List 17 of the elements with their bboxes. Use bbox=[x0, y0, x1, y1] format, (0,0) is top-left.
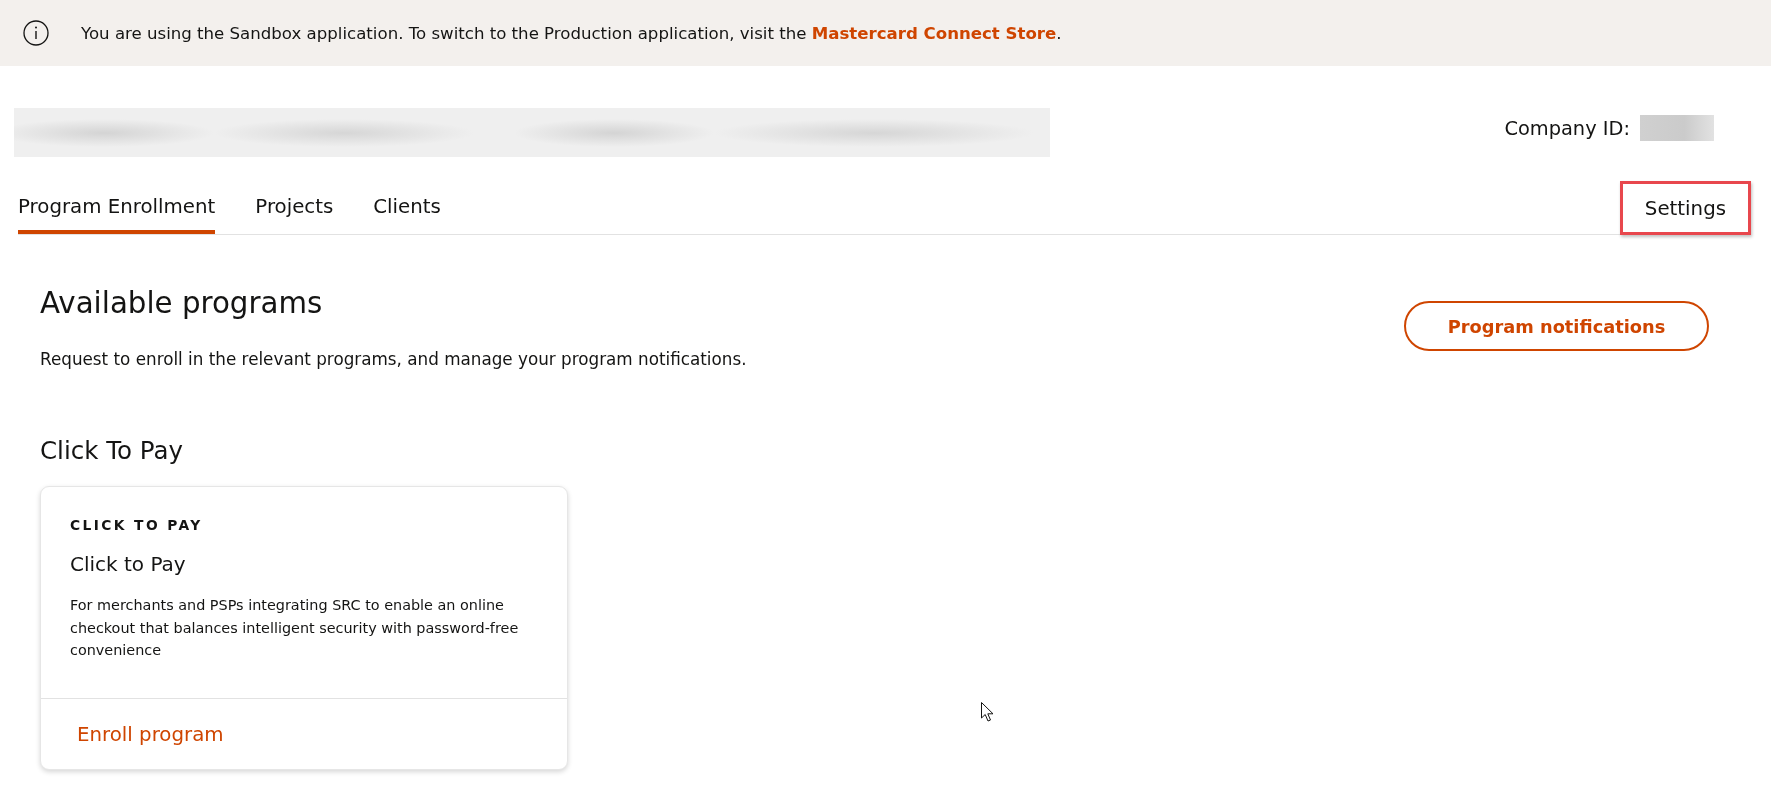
nav-tab[interactable]: Program Enrollment bbox=[18, 179, 216, 234]
company-id-label: Company ID: bbox=[1504, 116, 1630, 140]
banner-message: You are using the Sandbox application. To switch to the Production application, visit the Mastercard Connect Store. bbox=[81, 23, 1062, 43]
card-description: For merchants and PSPs integrating SRC to enable an online checkout that balances intelligent security with password-free convenience bbox=[70, 596, 520, 660]
store-link[interactable]: Mastercard Connect Store bbox=[811, 23, 1057, 43]
mouse-pointer-icon bbox=[981, 702, 994, 722]
program-notifications-button[interactable]: Program notifications bbox=[1404, 301, 1709, 351]
section-title: Click To Pay bbox=[40, 436, 184, 466]
card-category: CLICK TO PAY bbox=[70, 516, 204, 534]
nav-tab[interactable]: Clients bbox=[373, 179, 441, 234]
nav-tab[interactable]: Projects bbox=[255, 179, 334, 234]
page-title: Available programs bbox=[40, 285, 324, 321]
enroll-program-link[interactable]: Enroll program bbox=[77, 722, 224, 746]
page-description: Request to enroll in the relevant programs, and manage your program notifications. bbox=[40, 348, 747, 370]
card-title: Click to Pay bbox=[70, 551, 187, 577]
settings-tab[interactable]: Settings bbox=[1619, 181, 1751, 235]
info-icon bbox=[23, 20, 49, 46]
